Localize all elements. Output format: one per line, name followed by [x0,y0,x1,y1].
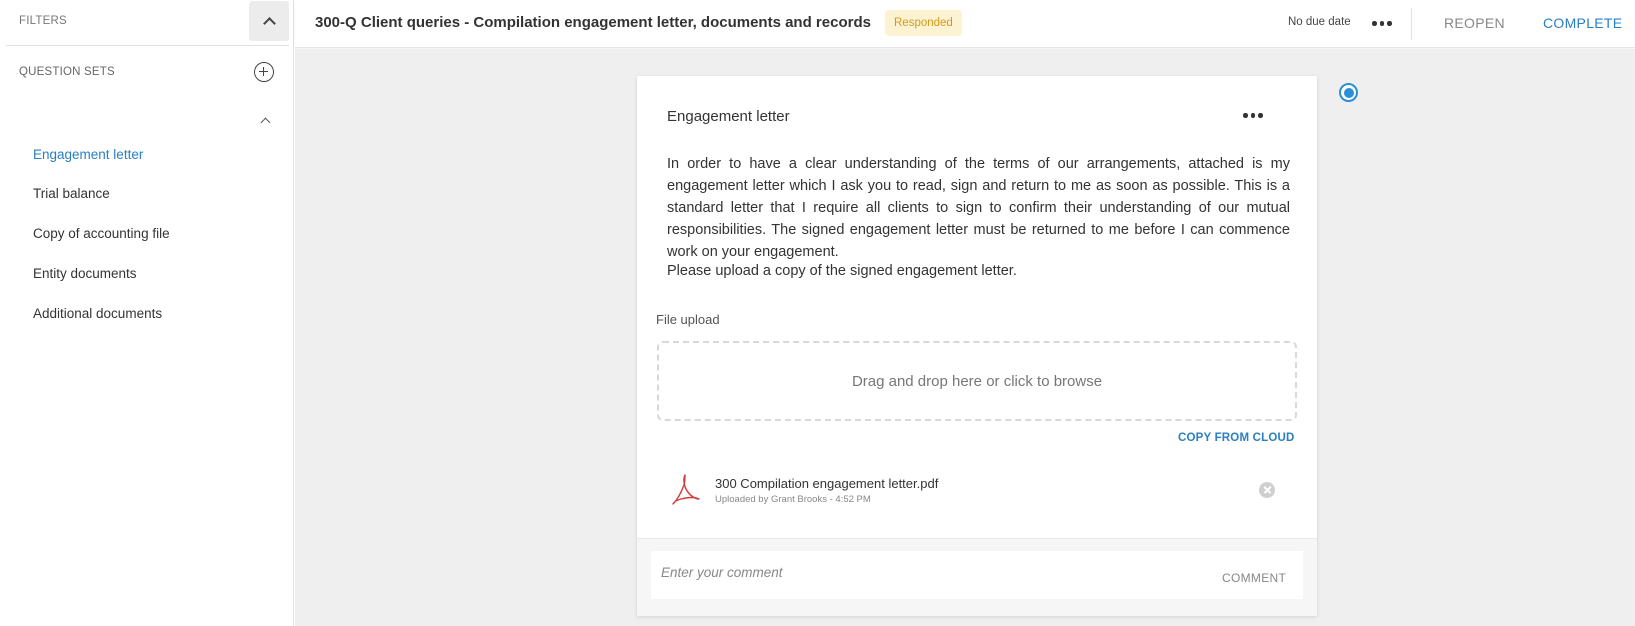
dropzone-text: Drag and drop here or click to browse [851,372,1103,390]
pdf-icon [672,474,700,505]
question-sets-label: QUESTION SETS [19,66,115,78]
question-status-radio[interactable] [1339,83,1358,102]
sidebar: FILTERS QUESTION SETS Engagement letter … [0,0,294,626]
file-dropzone[interactable]: Drag and drop here or click to browse [657,341,1297,421]
comment-button[interactable]: COMMENT [1222,571,1286,585]
status-badge: Responded [885,10,962,36]
page-title: 300-Q Client queries - Compilation engag… [315,14,871,31]
remove-attachment-icon[interactable] [1259,482,1275,498]
sidebar-item-additional-documents[interactable]: Additional documents [33,306,162,321]
comment-section: COMMENT [637,538,1317,616]
comment-input[interactable] [661,565,1181,580]
more-options-icon[interactable] [1372,21,1392,26]
chevron-up-icon [260,117,271,128]
main-content: Engagement letter In order to have a cle… [295,49,1635,626]
file-upload-label: File upload [656,312,720,327]
question-options-icon[interactable] [1243,113,1263,118]
complete-button[interactable]: COMPLETE [1543,15,1622,31]
question-card: Engagement letter In order to have a cle… [637,76,1317,616]
filters-label: FILTERS [19,15,67,27]
filters-header: FILTERS [6,0,289,46]
collapse-filters-button[interactable] [249,1,289,41]
chevron-up-icon [262,16,276,30]
sidebar-item-entity-documents[interactable]: Entity documents [33,266,137,281]
comment-box: COMMENT [651,551,1303,599]
question-description: In order to have a clear understanding o… [667,156,1290,260]
sidebar-item-copy-of-accounting-file[interactable]: Copy of accounting file [33,226,170,241]
sidebar-item-engagement-letter[interactable]: Engagement letter [33,147,143,162]
sidebar-item-trial-balance[interactable]: Trial balance [33,186,110,201]
attachment-meta: Uploaded by Grant Brooks - 4:52 PM [715,494,871,505]
question-title: Engagement letter [667,108,790,125]
question-set-group-toggle[interactable] [260,115,271,128]
attachment-file-name[interactable]: 300 Compilation engagement letter.pdf [715,476,938,491]
header-divider [1411,8,1412,40]
question-instruction: Please upload a copy of the signed engag… [667,263,1017,279]
reopen-button[interactable]: REOPEN [1444,15,1505,31]
copy-from-cloud-button[interactable]: COPY FROM CLOUD [1178,432,1295,444]
due-date[interactable]: No due date [1288,16,1351,28]
page-header: 300-Q Client queries - Compilation engag… [295,0,1635,48]
add-question-set-icon[interactable] [254,62,274,82]
